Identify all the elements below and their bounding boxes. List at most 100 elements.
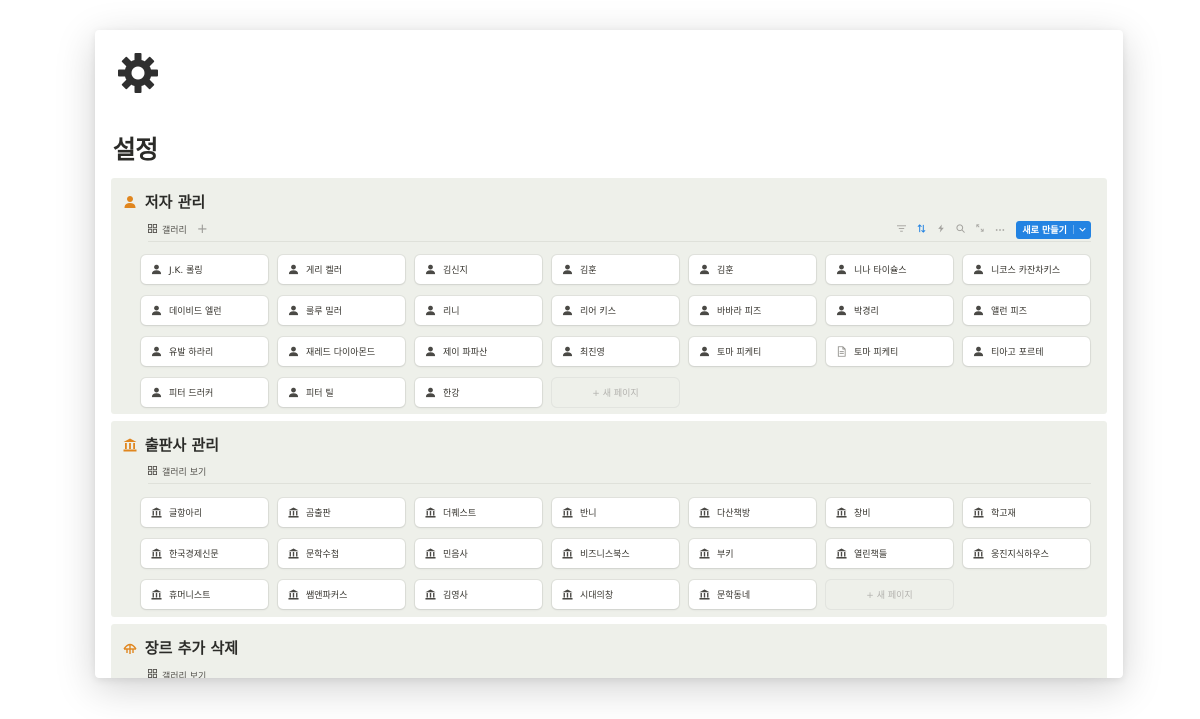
card-title: 김훈 (580, 266, 597, 276)
person-icon (425, 387, 436, 398)
genres-header[interactable]: 장르 추가 삭제 (123, 637, 238, 658)
card-title: 티아고 포르테 (991, 348, 1044, 358)
new-button[interactable]: 새로 만들기 (1016, 220, 1091, 239)
database-toolbar: 새로 만들기 (897, 220, 1091, 239)
gallery-card[interactable]: 니나 타이슐스 (826, 255, 953, 284)
person-icon (151, 264, 162, 275)
gallery-card[interactable]: 한국경제신문 (141, 539, 268, 568)
gallery-card[interactable]: 시대의창 (552, 580, 679, 609)
gallery-view-tab[interactable]: 갤러리 (148, 223, 187, 236)
gallery-view-tab[interactable]: 갤러리 보기 (148, 669, 207, 679)
card-title: 다산책방 (717, 509, 751, 519)
new-page-button[interactable]: + 새 페이지 (826, 580, 953, 609)
card-title: 바바라 피즈 (717, 307, 762, 317)
gallery-card[interactable]: 휴머니스트 (141, 580, 268, 609)
person-icon (288, 346, 299, 357)
expand-icon[interactable] (976, 224, 985, 235)
notion-window: 설정 저자 관리 갤러리 + 새로 만들기 J.K. 롤링 게리 켈러 김신지 … (95, 30, 1123, 678)
gallery-card[interactable]: 제이 파파산 (415, 337, 542, 366)
card-title: 데이비드 엘런 (169, 307, 222, 317)
bank-icon (699, 589, 710, 600)
gallery-card[interactable]: 곰출판 (278, 498, 405, 527)
lightning-icon[interactable] (937, 224, 945, 236)
gear-icon[interactable] (115, 50, 161, 96)
chevron-down-icon[interactable] (1073, 225, 1091, 234)
gallery-card[interactable]: 피터 드러커 (141, 378, 268, 407)
person-icon (288, 387, 299, 398)
card-title: 문학수첩 (306, 550, 340, 560)
gallery-card[interactable]: 반니 (552, 498, 679, 527)
gallery-card[interactable]: 니코스 카잔차키스 (963, 255, 1090, 284)
gallery-card[interactable]: 재레드 다이아몬드 (278, 337, 405, 366)
authors-header[interactable]: 저자 관리 (123, 191, 205, 212)
more-icon[interactable] (995, 224, 1005, 235)
gallery-card[interactable]: J.K. 롤링 (141, 255, 268, 284)
bank-icon (973, 548, 984, 559)
gallery-card[interactable]: 토마 피케티 (826, 337, 953, 366)
gallery-card[interactable]: 토마 피케티 (689, 337, 816, 366)
person-icon (973, 264, 984, 275)
person-icon (151, 387, 162, 398)
person-icon (123, 195, 137, 209)
card-title: 리어 키스 (580, 307, 616, 317)
card-title: 문학동네 (717, 591, 751, 601)
gallery-card[interactable]: 리니 (415, 296, 542, 325)
person-icon (836, 305, 847, 316)
person-icon (562, 346, 573, 357)
person-icon (425, 305, 436, 316)
publishers-header[interactable]: 출판사 관리 (123, 434, 219, 455)
gallery-card[interactable]: 데이비드 엘런 (141, 296, 268, 325)
gallery-card[interactable]: 김신지 (415, 255, 542, 284)
gallery-view-label: 갤러리 보기 (162, 671, 207, 679)
gallery-view-tab[interactable]: 갤러리 보기 (148, 465, 206, 478)
gallery-card[interactable]: 앨런 피즈 (963, 296, 1090, 325)
bank-icon (151, 548, 162, 559)
gallery-card[interactable]: 티아고 포르테 (963, 337, 1090, 366)
person-icon (562, 264, 573, 275)
card-title: 김신지 (443, 266, 468, 276)
bank-icon (562, 589, 573, 600)
search-icon[interactable] (956, 223, 966, 236)
gallery-card[interactable]: 창비 (826, 498, 953, 527)
gallery-card[interactable]: 문학수첩 (278, 539, 405, 568)
gallery-card[interactable]: 김훈 (552, 255, 679, 284)
gallery-card[interactable]: 학고재 (963, 498, 1090, 527)
bank-icon (288, 548, 299, 559)
gallery-card[interactable]: 룰루 밀러 (278, 296, 405, 325)
gallery-card[interactable]: 피터 틸 (278, 378, 405, 407)
gallery-card[interactable]: 열린책들 (826, 539, 953, 568)
genres-section: 장르 추가 삭제 갤러리 보기 (111, 624, 1107, 678)
sort-icon[interactable] (917, 223, 926, 236)
gallery-card[interactable]: 김영사 (415, 580, 542, 609)
person-icon (836, 264, 847, 275)
gallery-card[interactable]: 리어 키스 (552, 296, 679, 325)
gallery-card[interactable]: 김훈 (689, 255, 816, 284)
publishers-gallery: 글항아리 곰출판 더퀘스트 반니 다산책방 창비 학고재한국경제신문 문학수첩 민음사 비즈니스북… (141, 498, 1090, 609)
gallery-card[interactable]: 문학동네 (689, 580, 816, 609)
gallery-card[interactable]: 쌤앤파커스 (278, 580, 405, 609)
gallery-card[interactable]: 웅진지식하우스 (963, 539, 1090, 568)
gallery-card[interactable]: 부키 (689, 539, 816, 568)
person-icon (151, 346, 162, 357)
card-title: 김영사 (443, 591, 468, 601)
gallery-card[interactable]: 더퀘스트 (415, 498, 542, 527)
gallery-card[interactable]: 한강 (415, 378, 542, 407)
card-title: 토마 피케티 (717, 348, 762, 358)
genres-view-bar: 갤러리 보기 (148, 667, 1091, 678)
gallery-card[interactable]: 유발 하라리 (141, 337, 268, 366)
gallery-card[interactable]: 비즈니스북스 (552, 539, 679, 568)
authors-section: 저자 관리 갤러리 + 새로 만들기 J.K. 롤링 게리 켈러 김신지 김훈 … (111, 178, 1107, 414)
filter-icon[interactable] (897, 224, 907, 236)
gallery-card[interactable]: 최진영 (552, 337, 679, 366)
gallery-card[interactable]: 다산책방 (689, 498, 816, 527)
gallery-card[interactable]: 게리 켈러 (278, 255, 405, 284)
gallery-card[interactable]: 민음사 (415, 539, 542, 568)
add-view-button[interactable]: + (197, 223, 208, 236)
gallery-card[interactable]: 박경리 (826, 296, 953, 325)
gallery-card[interactable]: 바바라 피즈 (689, 296, 816, 325)
card-title: 민음사 (443, 550, 468, 560)
card-title: 니나 타이슐스 (854, 266, 907, 276)
umbrella-icon (123, 641, 137, 655)
gallery-card[interactable]: 글항아리 (141, 498, 268, 527)
new-page-button[interactable]: + 새 페이지 (552, 378, 679, 407)
